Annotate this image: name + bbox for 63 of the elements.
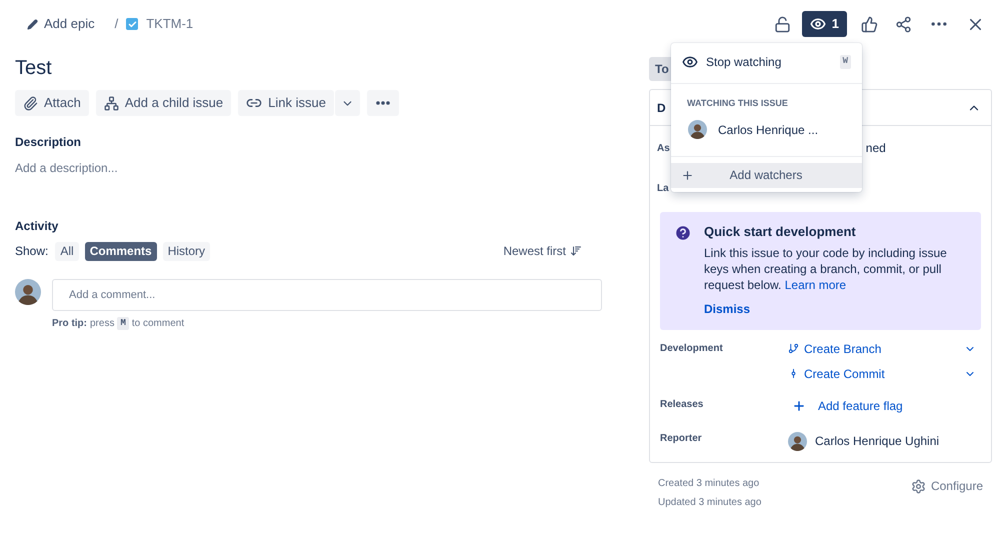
field-label: As (657, 142, 670, 156)
add-watchers-item[interactable]: Add watchers (671, 162, 862, 188)
eye-icon (810, 16, 826, 32)
issue-title[interactable]: Test (15, 53, 602, 83)
branch-icon (788, 343, 799, 354)
link-issue-button[interactable]: Link issue (238, 90, 334, 116)
quick-start-title: Quick start development (704, 224, 857, 240)
comment-field[interactable]: Add a comment... (52, 279, 602, 311)
pro-tip-text: to comment (132, 317, 184, 331)
plus-icon (681, 168, 694, 182)
unlocked-icon[interactable] (774, 16, 791, 32)
avatar (688, 120, 707, 139)
created-date: Created 3 minutes ago (658, 477, 760, 491)
field-label: Releases (660, 398, 704, 412)
create-branch-button[interactable]: Create Branch (788, 340, 882, 358)
quick-start-text: Link this issue to your code by including issue keys when creating a branch, commit, or pull request below. Learn more (704, 245, 948, 293)
description-heading: Description (15, 134, 82, 151)
activity-filter-tab[interactable]: History (162, 242, 210, 260)
avatar (788, 432, 807, 450)
assignee-value[interactable]: ned (866, 139, 886, 157)
activity-filter-tab[interactable]: All (55, 242, 79, 260)
sort-icon (570, 245, 582, 257)
plus-icon (792, 399, 806, 413)
field-label: La (657, 182, 669, 196)
add-epic-link[interactable]: Add epic (27, 14, 95, 34)
avatar (15, 279, 41, 305)
add-feature-flag-button[interactable]: Add feature flag (792, 392, 903, 420)
details-heading[interactable]: D (657, 98, 666, 116)
paperclip-icon (23, 96, 38, 110)
activity-filter-tab[interactable]: Comments (84, 242, 157, 260)
learn-more-link[interactable]: Learn more (784, 278, 846, 292)
updated-date: Updated 3 minutes ago (658, 496, 762, 510)
activity-heading: Activity (15, 218, 60, 235)
issue-key-link[interactable]: TKTM-1 (146, 14, 194, 34)
pencil-icon (27, 18, 38, 30)
thumbs-up-icon[interactable] (861, 16, 878, 32)
pro-tip-label: Pro tip: (52, 317, 87, 331)
shortcut-key: M (117, 316, 129, 330)
issue-type-icon (126, 18, 138, 30)
share-icon[interactable] (895, 16, 912, 32)
field-label: Development (660, 342, 724, 356)
shortcut-key: W (840, 55, 851, 69)
reporter-name[interactable]: Carlos Henrique Ughini (815, 432, 940, 450)
sort-order-button[interactable]: Newest first (503, 242, 582, 260)
description-field[interactable]: Add a description... (15, 159, 602, 177)
help-icon (674, 224, 692, 242)
watcher-name[interactable]: Carlos Henrique ... (718, 120, 818, 138)
attach-button[interactable]: Attach (15, 90, 89, 116)
more-button[interactable] (366, 90, 399, 116)
show-label: Show: (15, 243, 48, 260)
add-child-issue-button[interactable]: Add a child issue (96, 90, 232, 116)
eye-icon (682, 54, 698, 70)
dismiss-button[interactable]: Dismiss (704, 300, 967, 318)
hierarchy-icon (104, 96, 119, 110)
configure-button[interactable]: Configure (910, 476, 983, 496)
create-commit-button[interactable]: Create Commit (788, 364, 885, 382)
section-heading: WATCHING THIS ISSUE (686, 97, 789, 110)
gear-icon (910, 478, 926, 494)
field-label: Reporter (660, 432, 703, 446)
pro-tip-text: press (90, 317, 114, 331)
more-icon (376, 101, 390, 105)
breadcrumb-separator: / (114, 15, 118, 34)
watch-button[interactable]: 1 (802, 11, 847, 37)
